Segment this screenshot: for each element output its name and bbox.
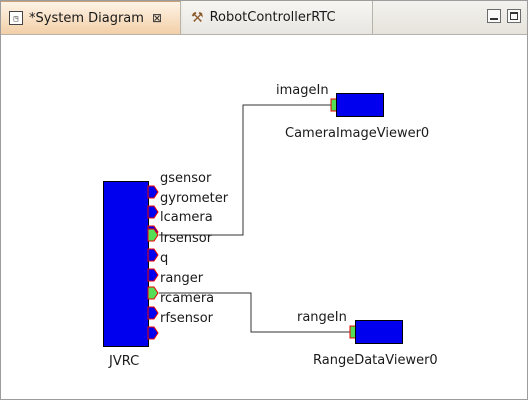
port-label-rcamera: rcamera: [160, 291, 215, 306]
diagram-icon: ◳: [9, 11, 23, 25]
tab-label: *System Diagram: [29, 10, 144, 26]
component-label-jvrc: JVRC: [109, 354, 140, 369]
connection-layer: [159, 104, 354, 333]
component-label-camera-image-viewer: CameraImageViewer0: [285, 126, 430, 141]
port-label-rfsensor: rfsensor: [160, 311, 214, 326]
port-label-lrsensor: lrsensor: [160, 231, 213, 246]
port-label-imagein: imageIn: [276, 83, 329, 98]
editor-tab-bar: ◳ *System Diagram ⊠ ⚒ RobotControllerRTC: [1, 1, 527, 35]
close-icon[interactable]: ⊠: [152, 11, 162, 25]
port-label-gyrometer: gyrometer: [160, 191, 229, 206]
component-label-range-data-viewer: RangeDataViewer0: [313, 353, 438, 368]
port-label-rangein: rangeIn: [297, 310, 347, 325]
port-label-ranger: ranger: [160, 271, 204, 286]
component-camera-image-viewer[interactable]: [336, 93, 384, 117]
hammer-icon: ⚒: [191, 9, 204, 26]
tab-robot-controller-rtc[interactable]: ⚒ RobotControllerRTC: [183, 1, 373, 34]
maximize-icon[interactable]: [507, 9, 521, 23]
port-label-q: q: [160, 251, 169, 266]
port-label-lcamera: lcamera: [160, 210, 213, 225]
port-label-gsensor: gsensor: [160, 171, 212, 186]
editor-panel: ◳ *System Diagram ⊠ ⚒ RobotControllerRTC: [0, 0, 528, 400]
component-range-data-viewer[interactable]: [355, 320, 403, 344]
system-diagram-canvas[interactable]: gsensor gyrometer lcamera lrsensor q ran…: [1, 35, 527, 399]
tab-label: RobotControllerRTC: [209, 10, 336, 25]
component-jvrc[interactable]: [103, 181, 149, 347]
tab-system-diagram[interactable]: ◳ *System Diagram ⊠: [1, 1, 181, 34]
window-controls: [487, 9, 521, 23]
minimize-icon[interactable]: [487, 9, 501, 23]
